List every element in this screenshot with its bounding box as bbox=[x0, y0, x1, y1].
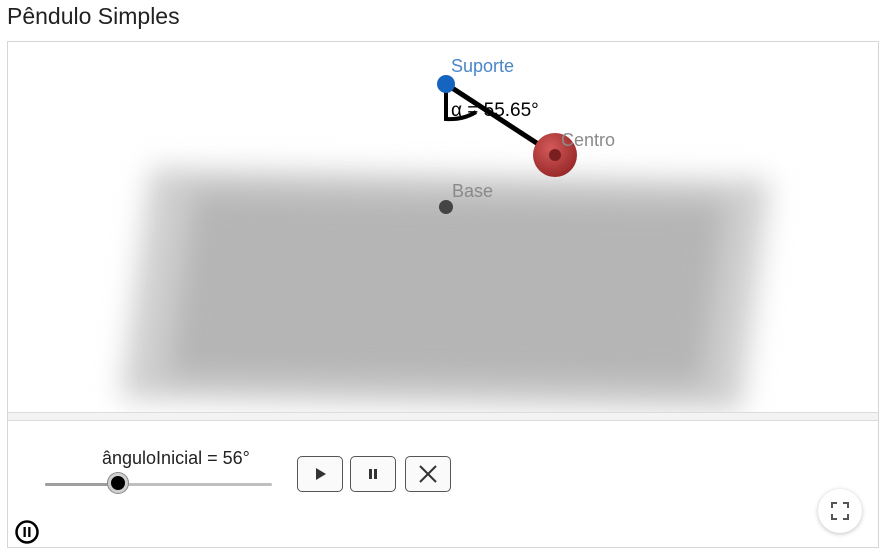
fullscreen-icon bbox=[831, 502, 849, 520]
graphics-view-3d[interactable]: Base Centro α = 55.65° Suporte bbox=[8, 42, 878, 414]
play-icon bbox=[316, 468, 326, 480]
slider-label: ânguloInicial = 56° bbox=[102, 448, 250, 468]
play-button[interactable] bbox=[297, 456, 343, 492]
center-label: Centro bbox=[561, 130, 615, 150]
base-plane-core bbox=[168, 192, 726, 384]
angle-slider-fill bbox=[45, 483, 118, 486]
pause-icon bbox=[369, 469, 377, 479]
reset-button[interactable] bbox=[405, 456, 451, 492]
angle-slider-track[interactable] bbox=[45, 483, 272, 486]
fullscreen-button[interactable] bbox=[818, 489, 862, 533]
page-title: Pêndulo Simples bbox=[7, 3, 180, 29]
pause-button[interactable] bbox=[350, 456, 396, 492]
angle-slider-thumb[interactable] bbox=[107, 473, 128, 493]
base-point[interactable] bbox=[439, 200, 453, 214]
close-icon bbox=[419, 465, 437, 483]
geogebra-applet: Base Centro α = 55.65° Suporte ânguloIni… bbox=[7, 41, 879, 548]
pause-circle-icon bbox=[15, 520, 39, 544]
angle-label: α = 55.65° bbox=[451, 100, 539, 121]
bob-center-point[interactable] bbox=[549, 149, 561, 161]
base-label: Base bbox=[452, 181, 493, 201]
support-point[interactable] bbox=[437, 75, 455, 93]
support-label: Suporte bbox=[451, 56, 514, 76]
animation-toggle-button[interactable] bbox=[15, 520, 39, 544]
scene-canvas[interactable]: Base Centro α = 55.65° Suporte bbox=[8, 42, 878, 414]
panel-divider bbox=[8, 412, 878, 421]
